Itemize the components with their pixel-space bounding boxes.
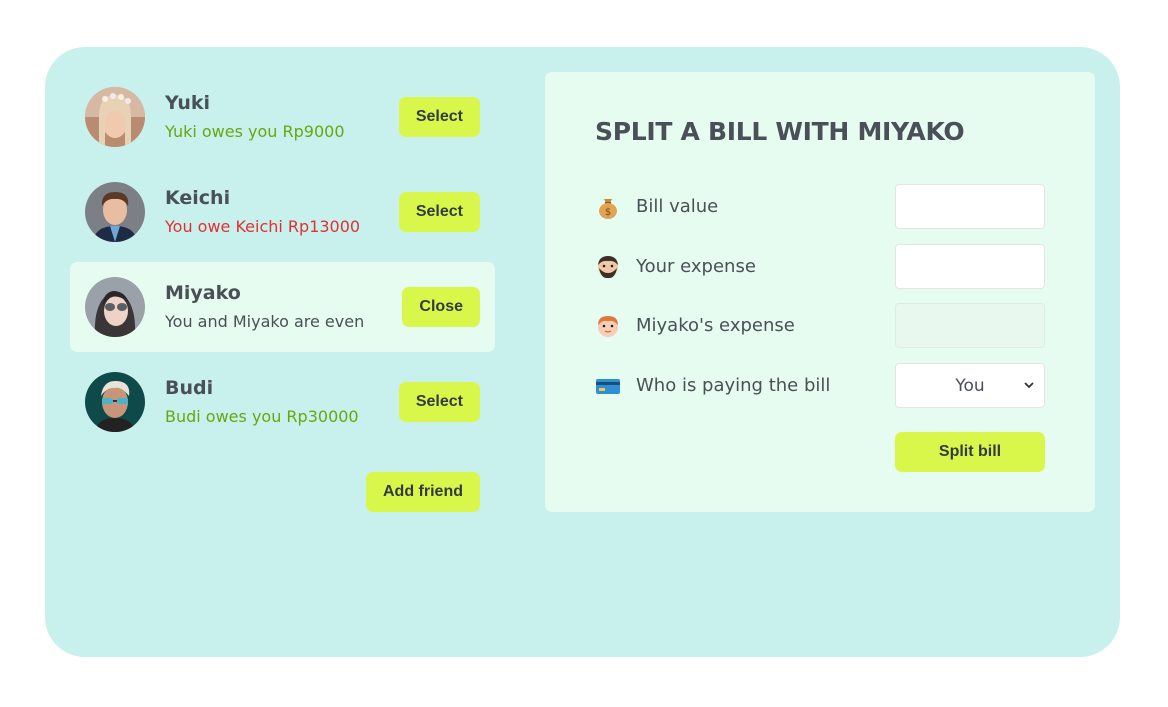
friend-name: Keichi bbox=[165, 187, 231, 209]
friend-item-budi: Budi Budi owes you Rp30000 Select bbox=[70, 357, 495, 447]
payer-select[interactable]: You bbox=[895, 363, 1045, 408]
chevron-down-icon bbox=[1024, 382, 1034, 389]
payer-select-value: You bbox=[955, 375, 985, 396]
avatar-budi bbox=[85, 372, 145, 432]
friends-list: Yuki Yuki owes you Rp9000 Select Keichi … bbox=[70, 72, 495, 452]
select-friend-button[interactable]: Select bbox=[398, 192, 480, 232]
friend-expense-row: Miyako's expense bbox=[595, 303, 1045, 348]
your-expense-row: Your expense bbox=[595, 244, 1045, 289]
friend-balance-status: You and Miyako are even bbox=[165, 312, 365, 331]
friend-item-yuki: Yuki Yuki owes you Rp9000 Select bbox=[70, 72, 495, 162]
your-expense-input[interactable] bbox=[895, 244, 1045, 289]
friend-item-keichi: Keichi You owe Keichi Rp13000 Select bbox=[70, 167, 495, 257]
credit-card-icon bbox=[595, 373, 623, 399]
bearded-face-icon bbox=[595, 254, 623, 280]
split-bill-button[interactable]: Split bill bbox=[895, 432, 1045, 472]
payer-label: Who is paying the bill bbox=[636, 375, 831, 396]
your-expense-label: Your expense bbox=[636, 256, 756, 277]
bill-value-label: Bill value bbox=[636, 196, 719, 217]
friend-name: Budi bbox=[165, 377, 214, 399]
avatar-yuki bbox=[85, 87, 145, 147]
friend-name: Miyako bbox=[165, 282, 241, 304]
close-friend-button[interactable]: Close bbox=[402, 287, 480, 327]
bill-value-input[interactable] bbox=[895, 184, 1045, 229]
bill-value-row: $ Bill value bbox=[595, 184, 1045, 229]
money-bag-icon: $ bbox=[595, 194, 623, 220]
split-bill-form: SPLIT A BILL WITH MIYAKO $ Bill value Yo… bbox=[545, 72, 1095, 512]
friend-item-miyako: Miyako You and Miyako are even Close bbox=[70, 262, 495, 352]
friend-balance-status: Yuki owes you Rp9000 bbox=[165, 122, 345, 141]
red-haired-face-icon bbox=[595, 313, 623, 339]
avatar-miyako bbox=[85, 277, 145, 337]
friend-balance-status: You owe Keichi Rp13000 bbox=[165, 217, 361, 236]
eat-n-split-app: Yuki Yuki owes you Rp9000 Select Keichi … bbox=[45, 47, 1120, 657]
split-form-title: SPLIT A BILL WITH MIYAKO bbox=[595, 117, 965, 146]
select-friend-button[interactable]: Select bbox=[398, 382, 480, 422]
friend-name: Yuki bbox=[165, 92, 211, 114]
payer-row: Who is paying the bill You bbox=[595, 363, 1045, 408]
select-friend-button[interactable]: Select bbox=[398, 97, 480, 137]
svg-text:$: $ bbox=[605, 207, 611, 218]
friend-balance-status: Budi owes you Rp30000 bbox=[165, 407, 359, 426]
add-friend-button[interactable]: Add friend bbox=[366, 472, 480, 512]
friend-expense-input bbox=[895, 303, 1045, 348]
friend-expense-label: Miyako's expense bbox=[636, 315, 795, 336]
avatar-keichi bbox=[85, 182, 145, 242]
